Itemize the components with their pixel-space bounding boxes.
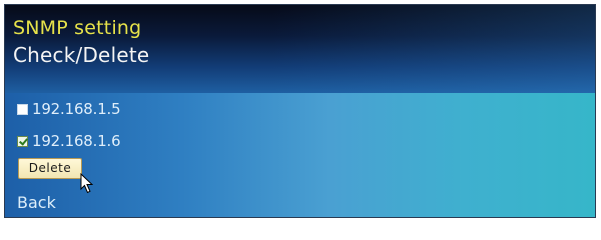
back-link[interactable]: Back bbox=[17, 193, 56, 212]
delete-button[interactable]: Delete bbox=[18, 158, 82, 179]
address-checkbox-2[interactable] bbox=[17, 135, 28, 147]
address-label-1: 192.168.1.5 bbox=[32, 100, 121, 118]
address-row-1[interactable]: 192.168.1.5 bbox=[17, 100, 121, 118]
header-glow bbox=[270, 5, 595, 93]
address-panel: 192.168.1.5 192.168.1.6 Delete Back bbox=[5, 93, 595, 217]
address-label-2: 192.168.1.6 bbox=[32, 132, 121, 150]
address-checkbox-1[interactable] bbox=[17, 103, 28, 115]
address-row-2[interactable]: 192.168.1.6 bbox=[17, 132, 121, 150]
mouse-pointer-icon bbox=[80, 173, 94, 194]
snmp-page: SNMP setting Check/Delete 192.168.1.5 19… bbox=[4, 4, 596, 218]
page-title: SNMP setting bbox=[13, 17, 142, 39]
header: SNMP setting Check/Delete bbox=[5, 5, 595, 93]
page-subtitle: Check/Delete bbox=[13, 43, 150, 67]
